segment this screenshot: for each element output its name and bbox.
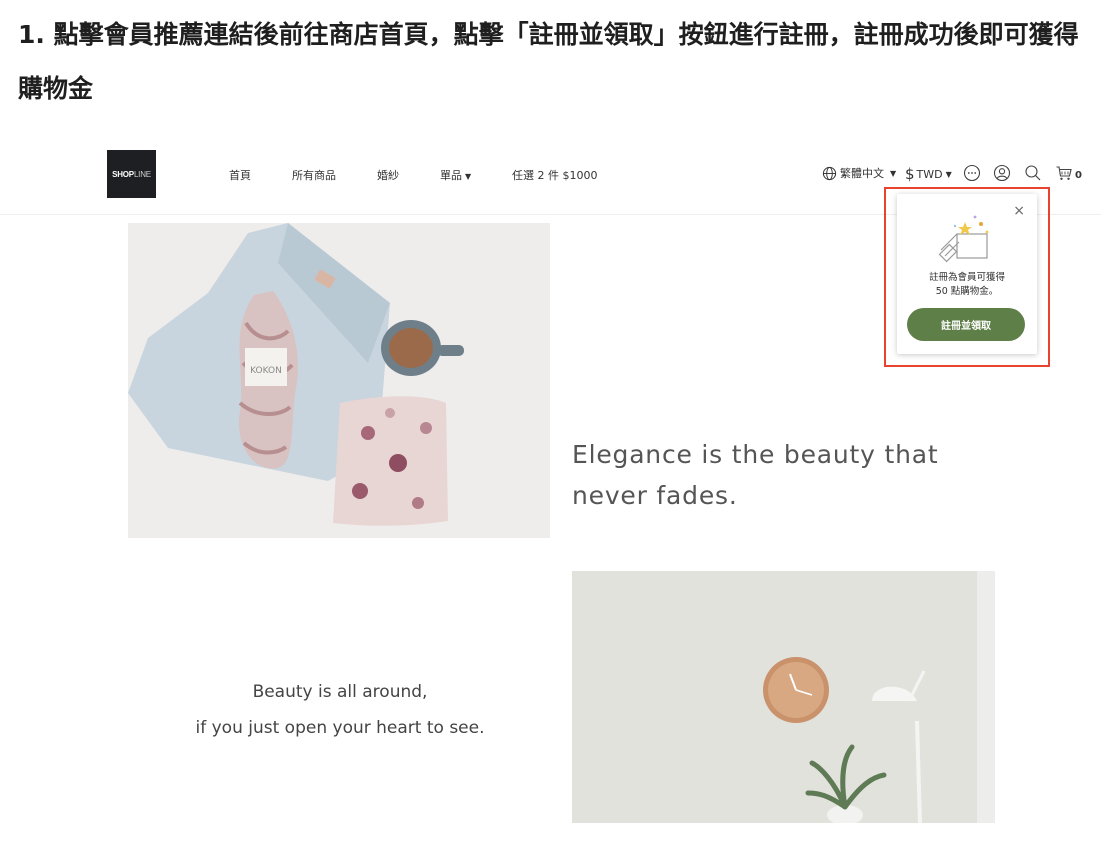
nav-all-products[interactable]: 所有商品 [292,167,336,183]
currency-selector[interactable]: $ TWD ▼ [905,165,952,183]
chevron-down-icon: ▼ [890,168,897,178]
cart-icon[interactable] [1055,164,1073,182]
nav-items-label: 單品 [440,169,462,182]
hero-image-knitting: KOKON [128,223,550,538]
nav-wedding-dress[interactable]: 婚紗 [377,167,399,183]
language-selector[interactable]: 繁體中文 ▼ [822,165,896,181]
search-icon[interactable] [1024,164,1042,182]
hero-quote-line2: never fades. [572,481,738,510]
highlight-box [884,187,1050,367]
interior-image-clock [572,571,995,823]
nav-promo[interactable]: 任選 2 件 $1000 [512,167,597,183]
chevron-down-icon: ▼ [465,172,472,181]
globe-icon [822,166,837,180]
secondary-quote-line2: if you just open your heart to see. [195,718,485,738]
yarn-label-text: KOKON [250,366,282,376]
logo-text-light: LINE [133,169,151,179]
chevron-down-icon: ▼ [945,169,952,179]
store-screenshot: SHOP LINE 首頁 所有商品 婚紗 單品 ▼ 任選 2 件 $1000 繁體中… [0,138,1101,854]
instruction-text: 1. 點擊會員推薦連結後前往商店首頁，點擊「註冊並領取」按鈕進行註冊，註冊成功後… [18,20,1079,103]
secondary-quote: Beauty is all around, if you just open y… [130,674,550,746]
currency-label: TWD [916,167,943,181]
store-logo[interactable]: SHOP LINE [107,150,156,198]
logo-text-bold: SHOP [112,169,134,179]
currency-symbol: $ [905,165,915,183]
chat-icon[interactable] [963,164,981,182]
hero-quote: Elegance is the beauty that never fades. [572,434,938,516]
nav-home[interactable]: 首頁 [229,167,251,183]
hero-quote-line1: Elegance is the beauty that [572,440,939,469]
nav-items-dropdown[interactable]: 單品 ▼ [440,167,471,183]
language-label: 繁體中文 [840,167,884,180]
user-icon[interactable] [993,164,1011,182]
secondary-quote-line1: Beauty is all around, [252,682,428,702]
cart-count-badge: 0 [1075,170,1082,181]
